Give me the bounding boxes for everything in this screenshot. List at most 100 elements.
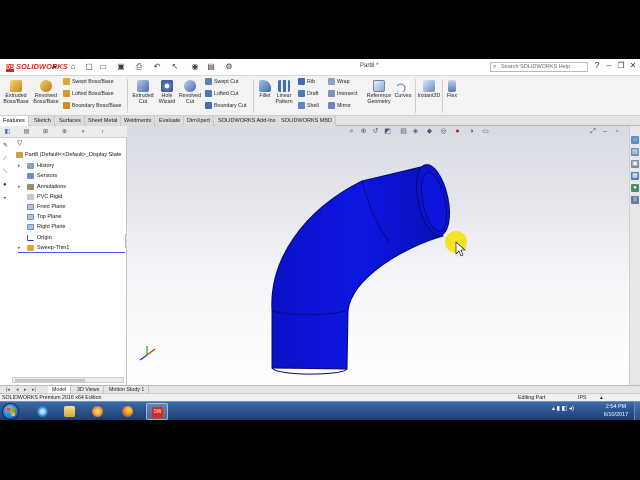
feature-manager-tab-icon[interactable]: ◧ — [3, 128, 12, 136]
rib-button[interactable]: Rib — [298, 78, 315, 86]
media-player-taskbar-button[interactable] — [87, 403, 109, 420]
tree-item-annotations[interactable]: ▸ Annotations — [18, 182, 66, 192]
tab-sheet-metal[interactable]: Sheet Metal — [85, 116, 122, 126]
swept-cut-button[interactable]: Swept Cut — [205, 78, 238, 86]
wrap-button[interactable]: Wrap — [328, 78, 350, 86]
view-palette-icon[interactable]: ▦ — [631, 172, 639, 180]
revolved-cut-button[interactable]: Revolved Cut — [178, 80, 202, 105]
firefox-taskbar-button[interactable] — [117, 403, 139, 420]
feature-tree-scrollbar[interactable] — [12, 377, 124, 383]
show-desktop-button[interactable] — [634, 402, 640, 420]
extruded-cut-button[interactable]: Extruded Cut — [130, 80, 156, 105]
undo-icon[interactable]: ↶ — [152, 62, 162, 71]
dimxpert-manager-tab-icon[interactable]: ⊕ — [60, 128, 69, 136]
sketch-tool-icon[interactable]: ✎ — [3, 143, 11, 149]
command-manager-tabs: Features Sketch Surfaces Sheet Metal Wel… — [0, 116, 640, 126]
instant3d-button[interactable]: Instant3D — [417, 80, 441, 99]
intersect-button[interactable]: Intersect — [328, 90, 357, 98]
extruded-boss-button[interactable]: Extruded Boss/Base — [3, 80, 29, 105]
linear-pattern-button[interactable]: Linear Pattern — [273, 80, 295, 105]
lofted-cut-icon — [205, 90, 212, 97]
expand-icon[interactable]: ▸ — [18, 243, 21, 253]
tree-item-right-plane[interactable]: Right Plane — [18, 222, 65, 232]
internet-explorer-taskbar-button[interactable] — [32, 403, 54, 420]
taskbar-clock[interactable]: 2:54 PM 6/10/2017 — [600, 403, 632, 419]
intersect-icon — [328, 90, 335, 97]
options-icon[interactable]: ⚙ — [224, 62, 234, 71]
design-library-icon[interactable]: ▤ — [631, 148, 639, 156]
smart-dimension-icon[interactable]: ⟋ — [3, 156, 11, 162]
filter-icon[interactable]: ▽ — [17, 140, 25, 147]
line-tool-icon[interactable]: ⟍ — [3, 169, 11, 175]
file-explorer-taskbar-button[interactable] — [59, 403, 81, 420]
section-view-icon[interactable]: ◒ — [3, 195, 11, 201]
tab-solidworks-mbd[interactable]: SOLIDWORKS MBD — [278, 116, 337, 126]
minimize-icon[interactable]: – — [604, 61, 614, 71]
appearance-icon[interactable]: ● — [3, 182, 11, 188]
tree-item-history[interactable]: ▸ History — [18, 161, 54, 171]
lofted-boss-button[interactable]: Lofted Boss/Base — [63, 90, 114, 98]
home-icon[interactable]: ⌂ — [68, 62, 78, 71]
more-tabs-icon[interactable]: › — [98, 128, 107, 136]
sensors-icon — [27, 173, 34, 179]
mirror-button[interactable]: Mirror — [328, 102, 351, 110]
save-icon[interactable]: ▣ — [116, 62, 126, 71]
scrollbar-thumb[interactable] — [15, 379, 85, 382]
tree-item-sensors[interactable]: Sensors — [18, 171, 57, 181]
file-properties-icon[interactable]: ▤ — [206, 62, 216, 71]
tab-sketch[interactable]: Sketch — [31, 116, 55, 126]
select-arrow-icon[interactable]: ↖ — [170, 62, 180, 71]
windows-logo-icon — [7, 408, 15, 416]
close-icon[interactable]: ✕ — [628, 61, 638, 71]
rebuild-icon[interactable]: ◉ — [190, 62, 200, 71]
tab-features[interactable]: Features — [0, 116, 29, 126]
appearances-icon[interactable]: ● — [631, 184, 639, 192]
status-bar: SOLIDWORKS Premium 2016 x64 Edition Edit… — [0, 393, 640, 401]
tab-surfaces[interactable]: Surfaces — [56, 116, 85, 126]
configuration-manager-tab-icon[interactable]: ⊞ — [41, 128, 50, 136]
tree-item-front-plane[interactable]: Front Plane — [18, 202, 65, 212]
tree-root-part[interactable]: Part8 (Default<<Default>_Display State — [16, 150, 121, 160]
file-explorer-icon[interactable]: ▣ — [631, 160, 639, 168]
tree-item-origin[interactable]: Origin — [18, 233, 52, 243]
revolved-boss-button[interactable]: Revolved Boss/Base — [32, 80, 60, 105]
tab-solidworks-add-ins[interactable]: SOLIDWORKS Add-Ins — [215, 116, 280, 126]
expand-icon[interactable]: ▸ — [18, 182, 21, 192]
document-title: Part8 * — [360, 63, 379, 69]
plane-icon — [27, 204, 34, 210]
menu-arrow-icon[interactable]: ▸ — [50, 62, 60, 71]
property-manager-tab-icon[interactable]: ▤ — [22, 128, 31, 136]
print-icon[interactable]: ⎙ — [134, 62, 144, 71]
swept-pipe-body[interactable] — [271, 162, 455, 375]
system-tray[interactable]: ▴ ▮ ◧ ◂) — [552, 405, 574, 412]
fillet-button[interactable]: Fillet — [256, 80, 274, 99]
expand-icon[interactable]: ▸ — [18, 161, 21, 171]
new-document-icon[interactable]: ▢ — [84, 62, 94, 71]
lofted-cut-button[interactable]: Lofted Cut — [205, 90, 238, 98]
tree-item-material[interactable]: PVC Rigid — [18, 192, 62, 202]
tab-weldments[interactable]: Weldments — [121, 116, 156, 126]
boundary-cut-button[interactable]: Boundary Cut — [205, 102, 246, 110]
solidworks-taskbar-button[interactable]: SW — [146, 403, 168, 420]
flex-button[interactable]: Flex — [444, 80, 460, 99]
start-button[interactable] — [2, 403, 19, 420]
shell-button[interactable]: Shell — [298, 102, 319, 110]
solidworks-resources-icon[interactable]: ⌂ — [631, 136, 639, 144]
tree-item-top-plane[interactable]: Top Plane — [18, 212, 61, 222]
open-document-icon[interactable]: ▭ — [98, 62, 108, 71]
tree-item-sweep-thin1[interactable]: ▸ Sweep-Thin1 — [18, 243, 125, 253]
custom-properties-icon[interactable]: ≡ — [631, 196, 639, 204]
tab-dimxpert[interactable]: DimXpert — [184, 116, 214, 126]
curves-button[interactable]: Curves — [393, 80, 413, 99]
tab-evaluate[interactable]: Evaluate — [156, 116, 185, 126]
boundary-boss-button[interactable]: Boundary Boss/Base — [63, 102, 121, 110]
graphics-area[interactable]: ⌕ ⊕ ↺ ◩ ▤ ◈ ◆ ◎ ● ◑ ▭ ⤢ – ▫ — [127, 126, 629, 385]
draft-button[interactable]: Draft — [298, 90, 318, 98]
help-icon[interactable]: ? — [592, 61, 602, 71]
display-manager-tab-icon[interactable]: ◐ — [79, 128, 88, 136]
reference-geometry-button[interactable]: Reference Geometry — [365, 80, 393, 105]
restore-icon[interactable]: ❐ — [616, 61, 626, 71]
hole-wizard-button[interactable]: Hole Wizard — [156, 80, 178, 105]
swept-boss-button[interactable]: Swept Boss/Base — [63, 78, 114, 86]
help-search-input[interactable]: ⌕ Search SOLIDWORKS Help — [490, 62, 588, 72]
